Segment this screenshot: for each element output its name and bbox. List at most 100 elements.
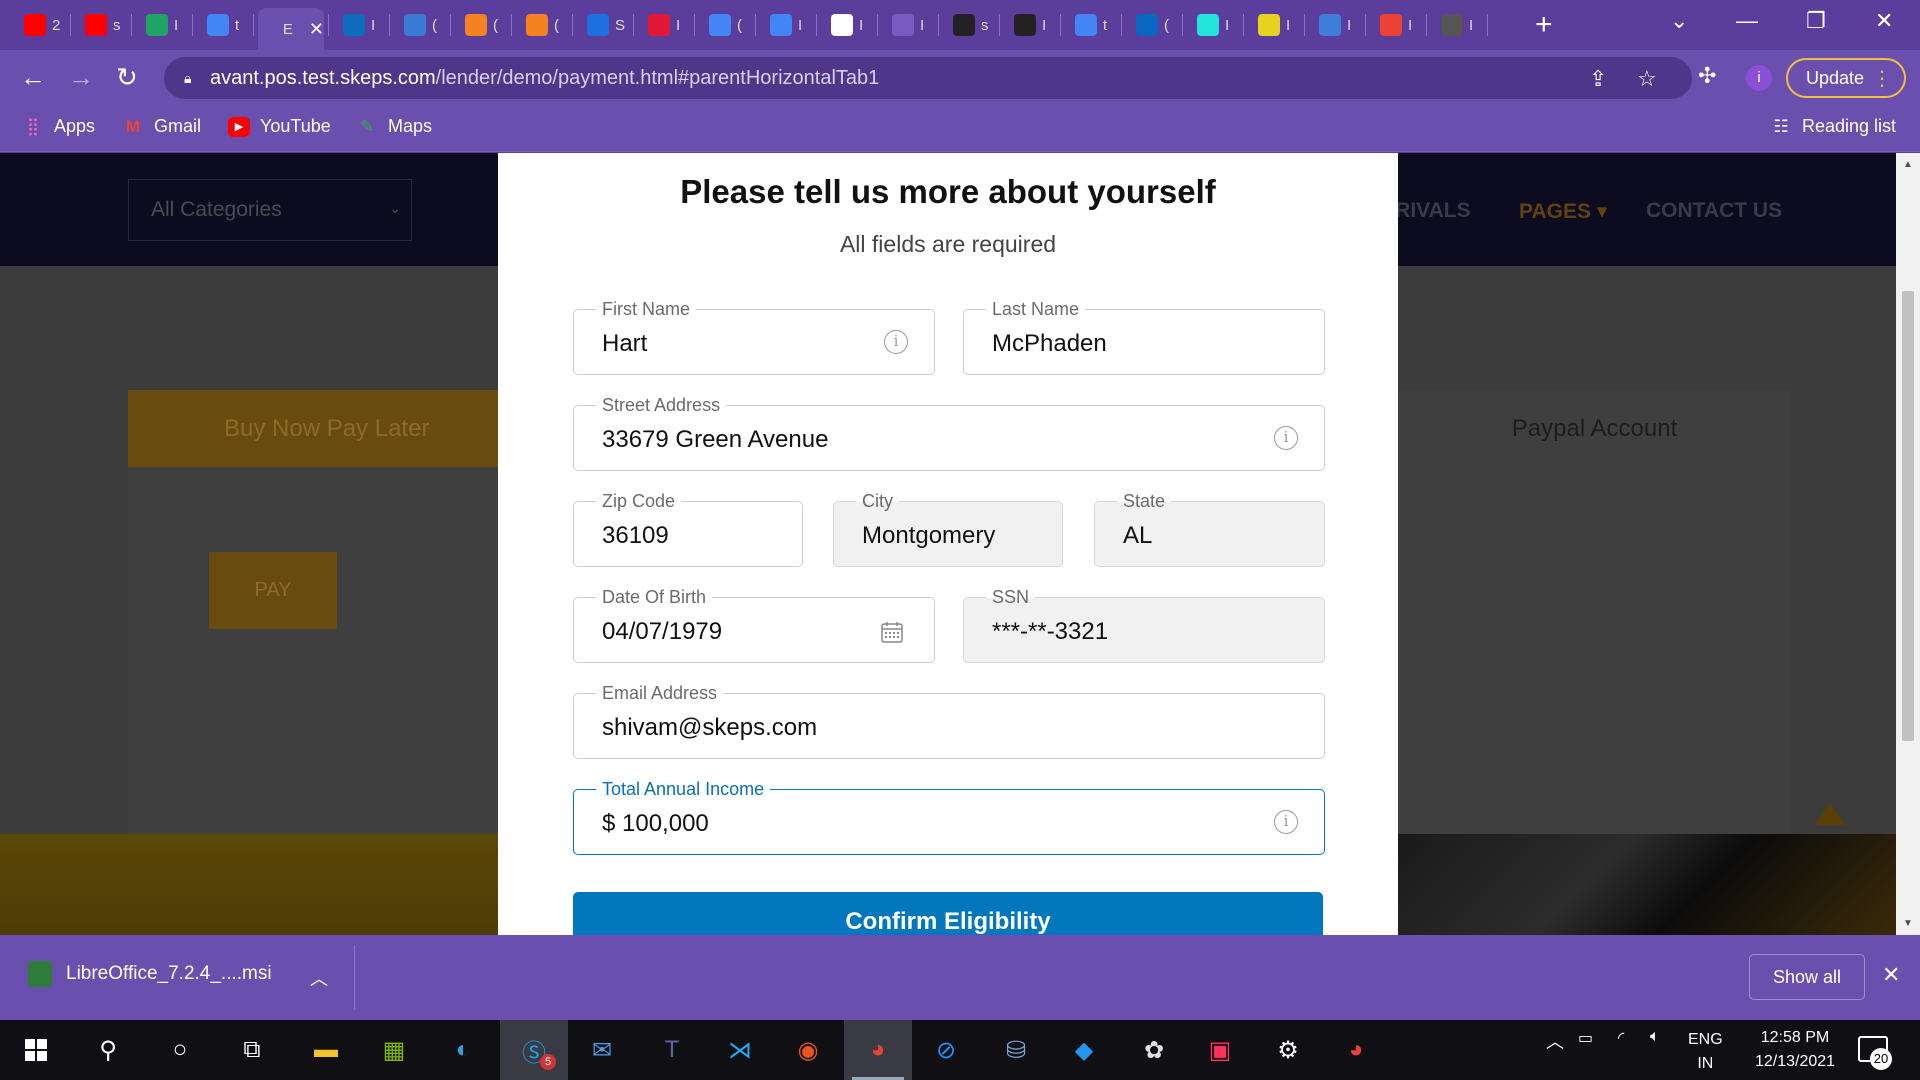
language-indicator[interactable]: ENG IN	[1688, 1028, 1723, 1076]
browser-tab[interactable]: s	[943, 8, 995, 42]
wifi-icon[interactable]: ◜	[1618, 1028, 1624, 1048]
browser-tab[interactable]: I	[136, 8, 188, 42]
mail-icon[interactable]: ✉	[582, 1030, 622, 1070]
browser-tab[interactable]: I	[882, 8, 934, 42]
info-icon[interactable]: i	[1274, 426, 1298, 450]
cortana-icon[interactable]: ○	[160, 1030, 200, 1070]
browser-tab[interactable]: I	[760, 8, 812, 42]
email-address-field[interactable]: Email Address shivam@skeps.com	[573, 682, 1325, 759]
last-name-field[interactable]: Last Name McPhaden	[963, 298, 1325, 375]
intellij-icon[interactable]: ▣	[1200, 1030, 1240, 1070]
browser-tab[interactable]: (	[394, 8, 446, 42]
browser-tab[interactable]: I	[333, 8, 385, 42]
info-icon[interactable]: i	[884, 330, 908, 354]
store-icon[interactable]: ▦	[374, 1030, 414, 1070]
docker-icon[interactable]: ◆	[1064, 1030, 1104, 1070]
teams-icon[interactable]: T	[652, 1030, 692, 1070]
address-bar[interactable]: 🔒︎ avant.pos.test.skeps.com/lender/demo/…	[164, 57, 1692, 99]
scroll-down-icon[interactable]: ▼	[1903, 918, 1913, 929]
show-all-button[interactable]: Show all	[1749, 954, 1865, 1000]
calendar-icon[interactable]	[880, 620, 904, 644]
profile-avatar[interactable]: i	[1746, 65, 1772, 91]
browser-tab[interactable]: (	[455, 8, 507, 42]
browser-tab[interactable]: I	[1370, 8, 1422, 42]
nav-item-pages: PAGES ▾	[1519, 200, 1608, 223]
chevron-up-icon[interactable]: ︿	[1546, 1028, 1564, 1054]
tab-search-icon[interactable]: ⌄	[1670, 8, 1688, 34]
modal-title: Please tell us more about yourself	[680, 173, 1216, 210]
tab-buy-now-pay-later: Buy Now Pay Later	[128, 390, 500, 467]
close-tab-icon[interactable]: ✕	[309, 19, 324, 40]
share-icon[interactable]: ⇪	[1589, 66, 1607, 92]
close-icon[interactable]: ✕	[1882, 962, 1900, 988]
restore-button[interactable]: ❐	[1806, 8, 1826, 34]
chrome-icon[interactable]: ◕	[844, 1020, 912, 1080]
back-arrow-icon[interactable]: ←	[20, 62, 46, 92]
browser-tab[interactable]: (	[1126, 8, 1178, 42]
skype-icon[interactable]: Ⓢ 5	[500, 1020, 568, 1080]
browser-tab[interactable]: 2	[14, 8, 66, 42]
first-name-field[interactable]: First Name Hart i	[573, 298, 935, 375]
file-explorer-icon[interactable]: ▬	[306, 1030, 346, 1070]
scrollbar-thumb[interactable]	[1902, 291, 1914, 741]
browser-tab[interactable]: I	[1309, 8, 1361, 42]
installer-file-icon	[28, 961, 52, 987]
browser-tab[interactable]: t	[197, 8, 249, 42]
scroll-up-icon[interactable]: ▲	[1903, 159, 1913, 170]
system-clock[interactable]: 12:58 PM 12/13/2021	[1740, 1026, 1850, 1074]
browser-tab[interactable]: I	[1004, 8, 1056, 42]
reload-icon[interactable]: ↻	[116, 62, 138, 92]
google-icon	[709, 14, 731, 36]
ubuntu-icon[interactable]: ◉	[788, 1030, 828, 1070]
new-tab-button[interactable]: +	[1535, 10, 1553, 40]
chrome-profile-icon[interactable]: ◕	[1336, 1030, 1376, 1070]
browser-tab[interactable]: E ✕	[258, 8, 324, 50]
street-address-field[interactable]: Street Address 33679 Green Avenue i	[573, 394, 1325, 471]
menu-dots-icon[interactable]: ⋮	[1872, 66, 1892, 91]
close-window-button[interactable]: ✕	[1875, 8, 1893, 34]
tab-title: (	[493, 16, 498, 34]
chevron-up-icon[interactable]: ︿	[310, 965, 328, 991]
browser-tab[interactable]: s	[75, 8, 127, 42]
browser-tab[interactable]: I	[638, 8, 690, 42]
browser-tab[interactable]: I	[1431, 8, 1483, 42]
zip-code-field[interactable]: Zip Code 36109	[573, 490, 803, 567]
info-icon[interactable]: i	[1274, 810, 1298, 834]
reading-list-button[interactable]: ☷ Reading list	[1770, 116, 1896, 137]
browser-tab[interactable]: I	[1187, 8, 1239, 42]
windows-start-icon[interactable]	[16, 1030, 56, 1070]
settings-gear-icon[interactable]: ⚙	[1268, 1030, 1308, 1070]
bookmark-maps[interactable]: ✎ Maps	[356, 116, 432, 137]
compass-icon[interactable]: ⊘	[926, 1030, 966, 1070]
browser-tab[interactable]: (	[516, 8, 568, 42]
browser-tab[interactable]: I	[821, 8, 873, 42]
download-item[interactable]: LibreOffice_7.2.4_....msi	[28, 961, 272, 987]
date-of-birth-field[interactable]: Date Of Birth 04/07/1979	[573, 586, 935, 663]
v-icon	[648, 14, 670, 36]
extensions-puzzle-icon[interactable]: ✣	[1698, 63, 1716, 89]
bookmark-apps[interactable]: ⣿ Apps	[22, 116, 95, 137]
bookmark-gmail[interactable]: M Gmail	[122, 116, 201, 137]
forward-arrow-icon[interactable]: →	[68, 62, 94, 92]
page-scrollbar[interactable]: ▲ ▼	[1896, 153, 1920, 935]
minimize-button[interactable]: —	[1736, 8, 1758, 34]
battery-icon[interactable]: ▭	[1578, 1028, 1593, 1048]
notification-icon[interactable]: 20	[1858, 1036, 1892, 1070]
update-button[interactable]: Update ⋮	[1786, 58, 1906, 98]
volume-icon[interactable]: 🔈︎	[1650, 1028, 1660, 1046]
bookmark-star-icon[interactable]: ☆	[1637, 66, 1657, 92]
bookmark-youtube[interactable]: ▶ YouTube	[228, 116, 331, 137]
browser-tab[interactable]: S	[577, 8, 629, 42]
vscode-icon[interactable]: ⋊	[720, 1030, 760, 1070]
browser-tab[interactable]: I	[1248, 8, 1300, 42]
database-icon[interactable]: ⛁	[996, 1030, 1036, 1070]
browser-tab[interactable]: (	[699, 8, 751, 42]
tab-title: I	[1286, 16, 1291, 34]
task-view-icon[interactable]: ⧉	[232, 1030, 272, 1070]
annual-income-field[interactable]: Total Annual Income $ 100,000 i	[573, 778, 1325, 855]
edge-icon[interactable]: ◐	[443, 1030, 483, 1070]
search-icon[interactable]: ⚲	[88, 1030, 128, 1070]
confirm-eligibility-button[interactable]: Confirm Eligibility	[573, 892, 1323, 935]
app-icon[interactable]: ✿	[1134, 1030, 1174, 1070]
browser-tab[interactable]: t	[1065, 8, 1117, 42]
